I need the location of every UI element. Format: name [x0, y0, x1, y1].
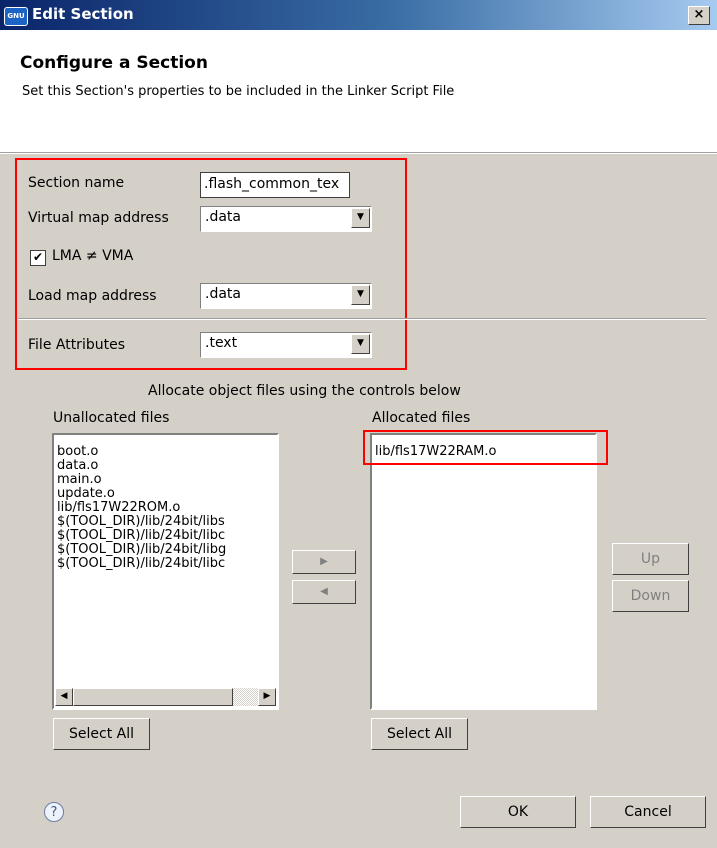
allocated-item-highlight [363, 430, 608, 465]
unallocated-items: boot.o data.o main.o update.o lib/fls17W22RO… [57, 445, 275, 571]
list-item[interactable]: $(TOOL_DIR)/lib/24bit/libc [57, 557, 275, 571]
cancel-button[interactable]: Cancel [590, 796, 706, 828]
form-divider [18, 318, 706, 320]
vma-value: .data [205, 209, 241, 225]
list-item[interactable]: lib/fls17W22ROM.o [57, 501, 275, 515]
allocated-files-label: Allocated files [372, 410, 471, 426]
list-item[interactable]: main.o [57, 473, 275, 487]
lma-label: Load map address [28, 288, 157, 304]
vma-label: Virtual map address [28, 210, 169, 226]
page-subtitle: Set this Section's properties to be incl… [22, 84, 455, 99]
move-left-button[interactable]: ◀ [292, 580, 356, 604]
list-item[interactable]: $(TOOL_DIR)/lib/24bit/libg [57, 543, 275, 557]
up-button[interactable]: Up [612, 543, 689, 575]
banner-divider [0, 152, 717, 154]
window-title: Edit Section [32, 5, 134, 23]
help-icon[interactable]: ? [44, 802, 64, 822]
chevron-down-icon[interactable]: ▼ [351, 285, 370, 305]
move-right-button[interactable]: ▶ [292, 550, 356, 574]
allocated-files-list[interactable]: lib/fls17W22RAM.o [370, 433, 597, 710]
page-title: Configure a Section [20, 53, 208, 73]
vma-select[interactable]: .data ▼ [200, 206, 372, 232]
list-item[interactable]: $(TOOL_DIR)/lib/24bit/libc [57, 529, 275, 543]
select-all-unallocated-button[interactable]: Select All [53, 718, 150, 750]
chevron-down-icon[interactable]: ▼ [351, 334, 370, 354]
list-item[interactable]: $(TOOL_DIR)/lib/24bit/libs [57, 515, 275, 529]
select-all-allocated-button[interactable]: Select All [371, 718, 468, 750]
list-item[interactable]: update.o [57, 487, 275, 501]
lma-checkbox[interactable]: ✔ [30, 250, 46, 266]
unallocated-files-label: Unallocated files [53, 410, 170, 426]
list-item[interactable]: boot.o [57, 445, 275, 459]
lma-checkbox-label: LMA ≠ VMA [52, 248, 134, 264]
file-attributes-label: File Attributes [28, 337, 125, 353]
section-name-input[interactable]: .flash_common_tex [200, 172, 350, 198]
app-icon: GNU [4, 7, 28, 26]
down-button[interactable]: Down [612, 580, 689, 612]
scroll-right-arrow-icon[interactable]: ▶ [258, 688, 276, 706]
lma-select[interactable]: .data ▼ [200, 283, 372, 309]
unallocated-files-list[interactable]: boot.o data.o main.o update.o lib/fls17W22RO… [52, 433, 279, 710]
file-attributes-select[interactable]: .text ▼ [200, 332, 372, 358]
scroll-left-arrow-icon[interactable]: ◀ [55, 688, 73, 706]
ok-button[interactable]: OK [460, 796, 576, 828]
file-attributes-value: .text [205, 335, 238, 351]
allocation-instruction: Allocate object files using the controls… [148, 383, 461, 399]
scroll-thumb[interactable] [73, 688, 233, 706]
section-name-label: Section name [28, 175, 125, 191]
lma-value: .data [205, 286, 241, 302]
list-item[interactable]: data.o [57, 459, 275, 473]
close-button[interactable]: × [688, 6, 710, 25]
chevron-down-icon[interactable]: ▼ [351, 208, 370, 228]
